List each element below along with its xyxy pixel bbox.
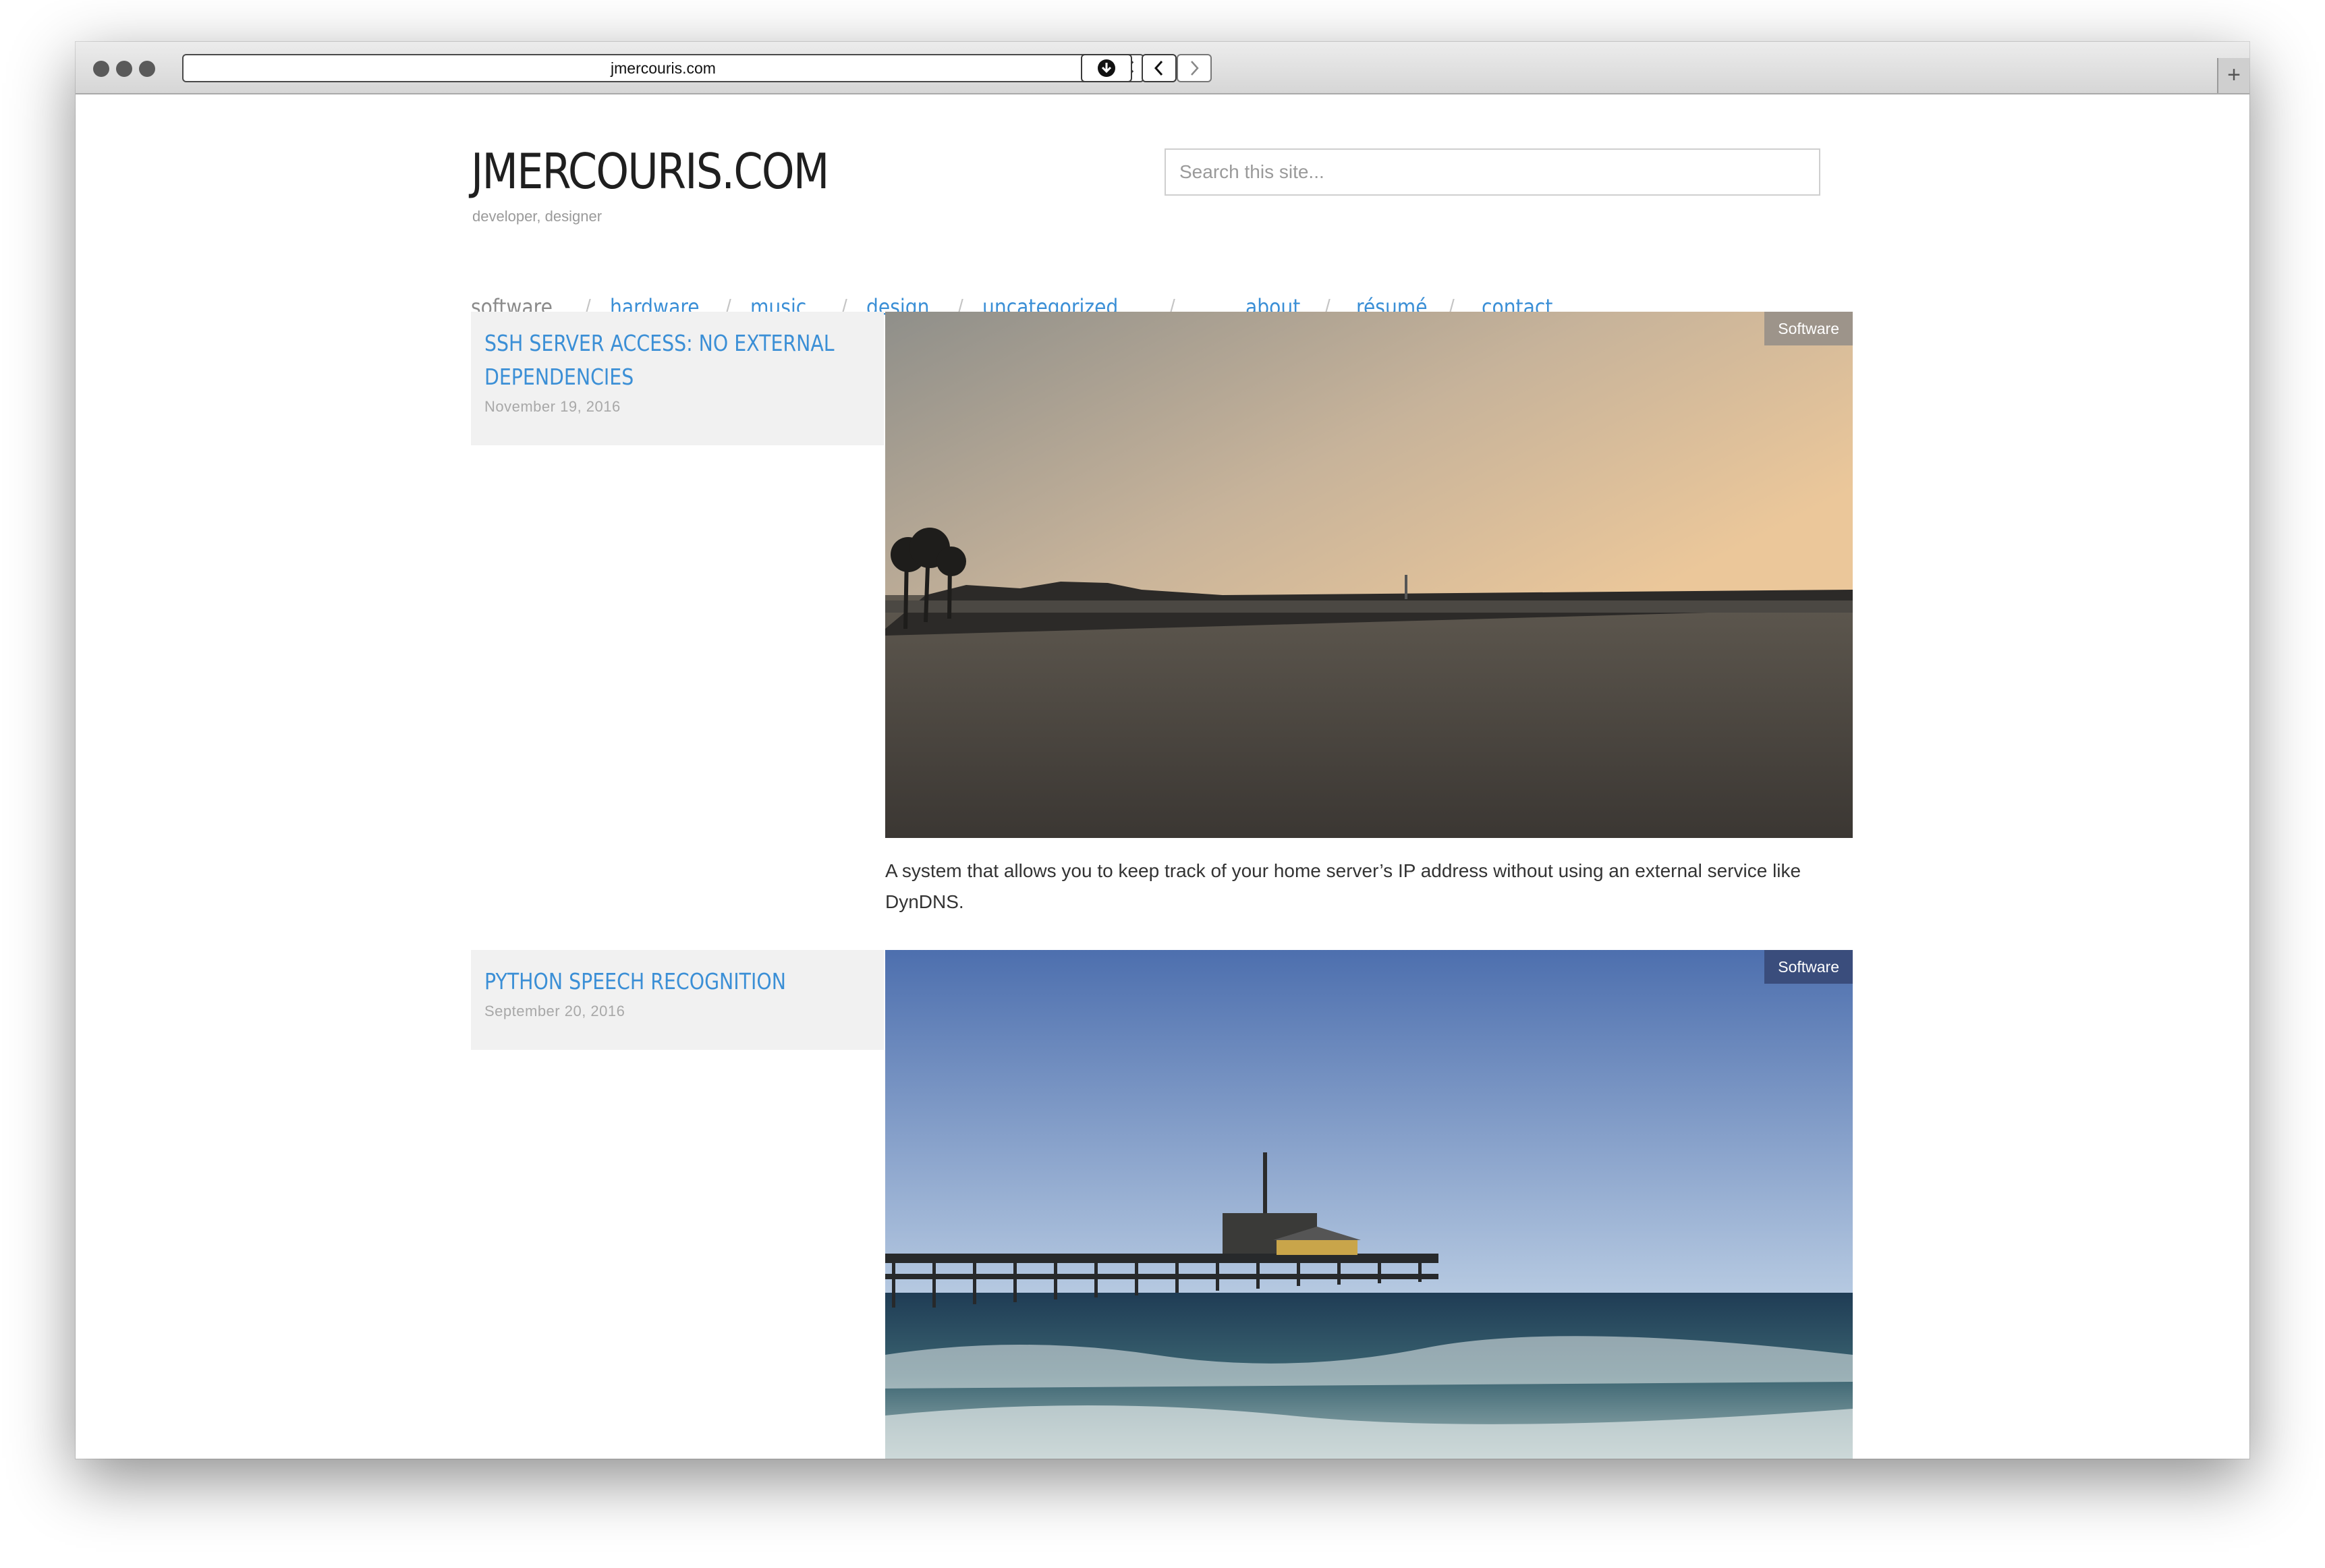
zoom-window-dot[interactable] [139,61,155,77]
browser-toolbar: jmercouris.com ✕ + [76,42,2249,94]
chevron-right-icon [1191,61,1199,76]
site-tagline: developer, designer [472,208,603,225]
chevron-left-icon [1154,60,1163,76]
close-window-dot[interactable] [93,61,109,77]
download-button[interactable] [1081,54,1132,82]
post-header: PYTHON SPEECH RECOGNITION September 20, … [471,950,884,1050]
post-excerpt: A system that allows you to keep track o… [885,860,1801,912]
post-header: SSH SERVER ACCESS: NO EXTERNAL DEPENDENC… [471,312,884,445]
minimize-window-dot[interactable] [116,61,132,77]
post-featured-image[interactable]: Software [885,312,1853,838]
post-title-link[interactable]: PYTHON SPEECH RECOGNITION [484,965,879,999]
pier-ocean-image [885,950,1853,1459]
back-button[interactable] [1142,54,1177,82]
forward-button[interactable] [1177,54,1212,82]
post-featured-image[interactable]: Software [885,950,1853,1459]
site-title[interactable]: JMERCOURIS.COM [471,143,829,200]
browser-window: jmercouris.com ✕ + JMERCOURIS.COM develo… [76,42,2249,1459]
new-tab-button[interactable]: + [2217,58,2249,93]
download-icon [1098,59,1115,77]
post-date: November 19, 2016 [484,398,621,415]
category-badge[interactable]: Software [1764,312,1853,345]
address-text: jmercouris.com [611,59,716,77]
address-bar[interactable]: jmercouris.com ✕ [182,54,1144,82]
post-date: September 20, 2016 [484,1003,625,1019]
plus-icon: + [2227,62,2241,88]
beach-sunset-image [885,312,1853,838]
search-input[interactable] [1165,148,1820,196]
category-badge[interactable]: Software [1764,950,1853,984]
post-title-link[interactable]: SSH SERVER ACCESS: NO EXTERNAL DEPENDENC… [484,327,879,394]
